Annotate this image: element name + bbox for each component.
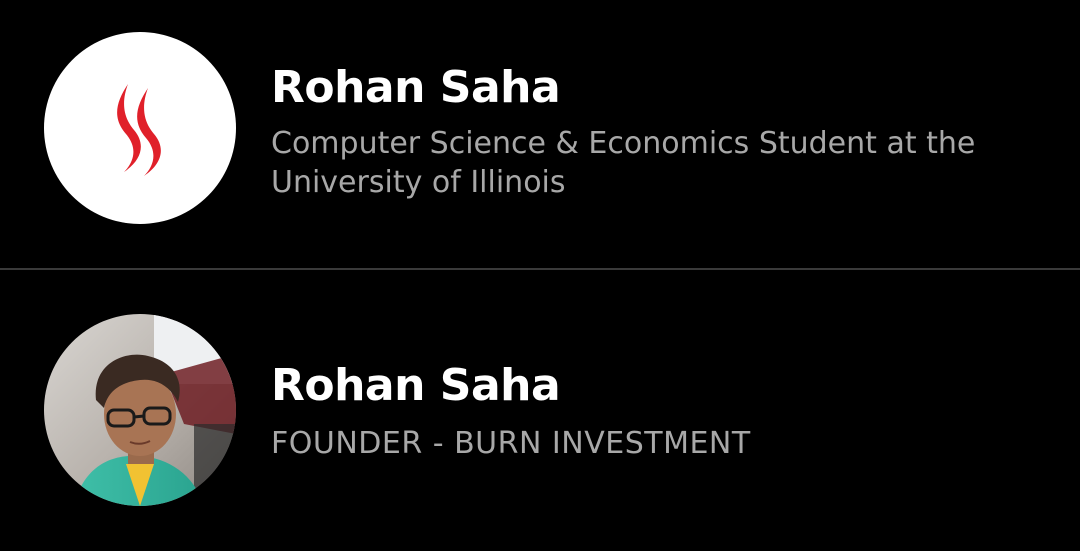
result-text: Rohan Saha Computer Science & Economics … [271,60,1051,202]
avatar[interactable] [44,314,236,506]
result-item[interactable]: Rohan Saha FOUNDER - BURN INVESTMENT [0,270,1080,551]
search-results-list: Rohan Saha Computer Science & Economics … [0,0,1080,551]
result-item[interactable]: Rohan Saha Computer Science & Economics … [0,0,1080,268]
result-text: Rohan Saha FOUNDER - BURN INVESTMENT [271,358,1051,463]
flame-logo-icon [117,84,161,176]
avatar[interactable] [44,32,236,224]
profile-photo [44,314,236,506]
result-name: Rohan Saha [271,62,561,113]
result-name: Rohan Saha [271,360,561,411]
result-subtitle: FOUNDER - BURN INVESTMENT [271,426,751,461]
result-subtitle: Computer Science & Economics Student at … [271,126,976,200]
